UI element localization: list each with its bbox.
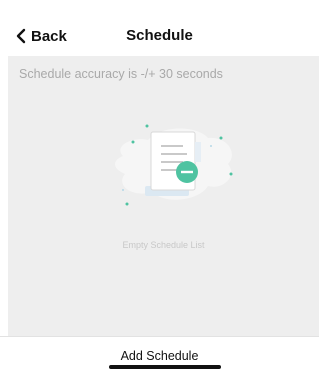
home-indicator xyxy=(109,365,221,369)
schedule-list-area: Schedule accuracy is -/+ 30 seconds Empt… xyxy=(8,56,319,336)
empty-document-icon xyxy=(115,124,233,206)
accuracy-note: Schedule accuracy is -/+ 30 seconds xyxy=(19,67,223,81)
footer-bar: Add Schedule xyxy=(0,336,319,370)
add-schedule-button[interactable]: Add Schedule xyxy=(0,349,319,363)
empty-list-message: Empty Schedule List xyxy=(122,240,205,250)
navigation-bar: Back Schedule xyxy=(0,0,319,56)
page-title: Schedule xyxy=(126,27,193,44)
